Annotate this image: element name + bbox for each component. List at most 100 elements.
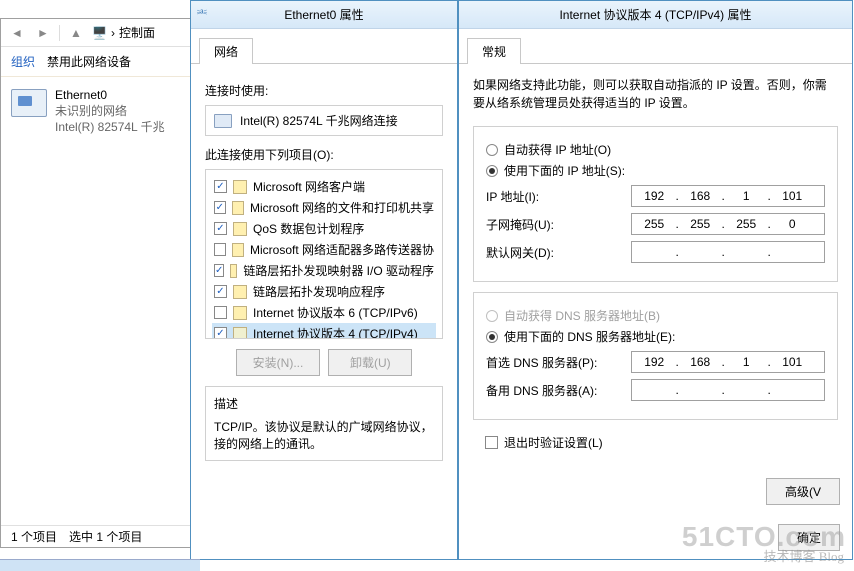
octet-input[interactable] (726, 245, 766, 259)
checkbox-icon[interactable] (214, 285, 227, 298)
protocol-label: Internet 协议版本 6 (TCP/IPv6) (253, 304, 418, 321)
auto-ip-radio[interactable]: 自动获得 IP 地址(O) (486, 141, 825, 158)
folder-icon: 🖥️ (92, 26, 107, 40)
octet-input[interactable] (772, 217, 812, 231)
protocol-icon (232, 243, 244, 257)
octet-input[interactable] (680, 217, 720, 231)
item-count: 1 个项目 (11, 528, 57, 545)
mask-label: 子网掩码(U): (486, 216, 631, 233)
watermark-sub: 技术博客 Blog (763, 546, 844, 565)
protocol-item[interactable]: QoS 数据包计划程序 (212, 218, 436, 239)
checkbox-icon[interactable] (214, 201, 226, 214)
adapter-item[interactable]: Ethernet0 未识别的网络 Intel(R) 82574L 千兆 (1, 77, 199, 145)
octet-input[interactable] (772, 383, 812, 397)
protocol-label: Microsoft 网络适配器多路传送器协 (250, 241, 434, 258)
gateway-input[interactable]: ... (631, 241, 825, 263)
manual-ip-radio[interactable]: 使用下面的 IP 地址(S): (486, 162, 825, 179)
tab-row: 网络 (191, 29, 457, 64)
description-title: 描述 (214, 395, 434, 412)
tab-network[interactable]: 网络 (199, 38, 253, 64)
protocol-label: 链路层拓扑发现响应程序 (253, 283, 385, 300)
protocol-item[interactable]: Microsoft 网络的文件和打印机共享 (212, 197, 436, 218)
app-icon: ⎃ (197, 7, 207, 22)
mask-input[interactable]: ... (631, 213, 825, 235)
octet-input[interactable] (634, 383, 674, 397)
nic-icon (214, 114, 232, 128)
install-button[interactable]: 安装(N)... (236, 349, 321, 376)
octet-input[interactable] (680, 189, 720, 203)
octet-input[interactable] (634, 245, 674, 259)
organize-menu[interactable]: 组织 (11, 53, 35, 70)
dns1-input[interactable]: ... (631, 351, 825, 373)
protocol-icon (233, 327, 247, 340)
checkbox-icon[interactable] (214, 327, 227, 339)
octet-input[interactable] (726, 355, 766, 369)
octet-input[interactable] (726, 383, 766, 397)
protocol-item[interactable]: 链路层拓扑发现映射器 I/O 驱动程序 (212, 260, 436, 281)
adapter-status: 未识别的网络 (55, 103, 165, 119)
tab-general[interactable]: 常规 (467, 38, 521, 64)
ipv4-properties-dialog: Internet 协议版本 4 (TCP/IPv4) 属性 常规 如果网络支持此… (458, 0, 853, 560)
selected-count: 选中 1 个项目 (69, 528, 142, 545)
octet-input[interactable] (772, 355, 812, 369)
manual-dns-radio[interactable]: 使用下面的 DNS 服务器地址(E): (486, 328, 825, 345)
dns1-label: 首选 DNS 服务器(P): (486, 354, 631, 371)
octet-input[interactable] (634, 217, 674, 231)
protocol-label: QoS 数据包计划程序 (253, 220, 364, 237)
protocol-icon (232, 201, 244, 215)
checkbox-icon[interactable] (214, 180, 227, 193)
checkbox-icon (485, 436, 498, 449)
octet-input[interactable] (772, 245, 812, 259)
disable-device-button[interactable]: 禁用此网络设备 (47, 53, 131, 70)
protocol-item[interactable]: Microsoft 网络客户端 (212, 176, 436, 197)
adapter-device: Intel(R) 82574L 千兆 (55, 119, 165, 135)
taskbar[interactable] (0, 559, 200, 571)
uses-items-label: 此连接使用下列项目(O): (205, 146, 443, 163)
protocol-item[interactable]: Internet 协议版本 6 (TCP/IPv6) (212, 302, 436, 323)
description-box: 描述 TCP/IP。该协议是默认的广域网络协议，接的网络上的通讯。 (205, 386, 443, 461)
dns2-label: 备用 DNS 服务器(A): (486, 382, 631, 399)
checkbox-icon[interactable] (214, 222, 227, 235)
protocol-icon (233, 222, 247, 236)
ethernet-properties-dialog: ⎃ Ethernet0 属性 网络 连接时使用: Intel(R) 82574L… (190, 0, 458, 560)
validate-check[interactable]: 退出时验证设置(L) (485, 434, 838, 451)
up-icon[interactable]: ▲ (66, 23, 86, 43)
adapter-value: Intel(R) 82574L 千兆网络连接 (240, 112, 398, 129)
checkbox-icon[interactable] (214, 306, 227, 319)
adapter-name: Ethernet0 (55, 87, 165, 103)
forward-icon[interactable]: ► (33, 23, 53, 43)
titlebar[interactable]: Internet 协议版本 4 (TCP/IPv4) 属性 (459, 1, 852, 29)
adapter-box: Intel(R) 82574L 千兆网络连接 (205, 105, 443, 136)
description-body: TCP/IP。该协议是默认的广域网络协议，接的网络上的通讯。 (214, 418, 434, 452)
ip-input[interactable]: ... (631, 185, 825, 207)
protocol-label: Internet 协议版本 4 (TCP/IPv4) (253, 325, 418, 339)
protocol-list[interactable]: Microsoft 网络客户端 Microsoft 网络的文件和打印机共享 QoS … (205, 169, 443, 339)
octet-input[interactable] (680, 245, 720, 259)
dns2-input[interactable]: ... (631, 379, 825, 401)
breadcrumb[interactable]: 🖥️ › 控制面 (92, 24, 155, 41)
protocol-item[interactable]: Microsoft 网络适配器多路传送器协 (212, 239, 436, 260)
protocol-label: Microsoft 网络的文件和打印机共享 (250, 199, 434, 216)
octet-input[interactable] (680, 383, 720, 397)
uninstall-button[interactable]: 卸载(U) (328, 349, 412, 376)
protocol-item[interactable]: 链路层拓扑发现响应程序 (212, 281, 436, 302)
octet-input[interactable] (634, 189, 674, 203)
protocol-item[interactable]: Internet 协议版本 4 (TCP/IPv4) (212, 323, 436, 339)
octet-input[interactable] (634, 355, 674, 369)
back-icon[interactable]: ◄ (7, 23, 27, 43)
command-bar: 组织 禁用此网络设备 (1, 47, 199, 77)
help-text: 如果网络支持此功能，则可以获取自动指派的 IP 设置。否则，你需要从络系统管理员… (473, 76, 838, 112)
protocol-icon (230, 264, 237, 278)
auto-dns-radio: 自动获得 DNS 服务器地址(B) (486, 307, 825, 324)
octet-input[interactable] (680, 355, 720, 369)
advanced-button[interactable]: 高级(V (766, 478, 840, 505)
protocol-label: Microsoft 网络客户端 (253, 178, 365, 195)
protocol-icon (233, 180, 247, 194)
octet-input[interactable] (726, 217, 766, 231)
octet-input[interactable] (772, 189, 812, 203)
checkbox-icon[interactable] (214, 264, 224, 277)
titlebar[interactable]: ⎃ Ethernet0 属性 (191, 1, 457, 29)
checkbox-icon[interactable] (214, 243, 226, 256)
protocol-icon (233, 306, 247, 320)
octet-input[interactable] (726, 189, 766, 203)
